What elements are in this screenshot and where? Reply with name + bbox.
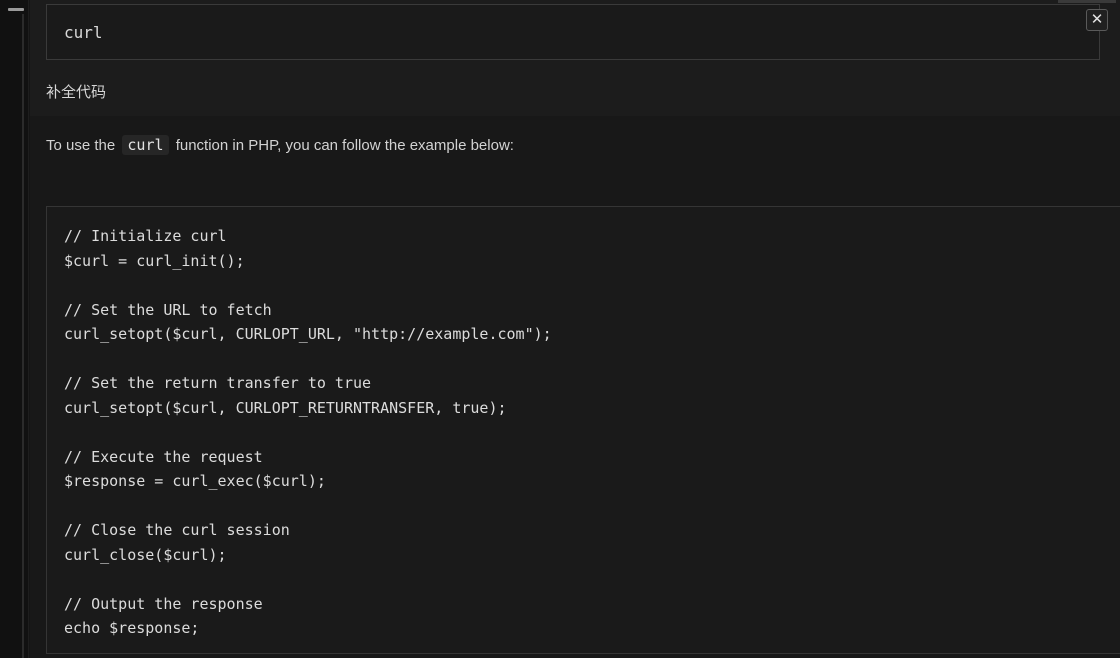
description-after: function in PHP, you can follow the exam…: [175, 137, 514, 154]
prompt-input[interactable]: [46, 4, 1100, 60]
code-line: // Close the curl session: [64, 521, 290, 539]
code-line: // Set the return transfer to true: [64, 374, 372, 392]
code-line: // Output the response: [64, 594, 263, 613]
chat-window: ✕ 补全代码 To use the curl function in PHP, …: [0, 0, 1120, 658]
code-line: $curl = curl_init();: [64, 251, 245, 270]
code-line: // Initialize curl: [64, 227, 227, 245]
close-button[interactable]: ✕: [1086, 9, 1108, 31]
code-line: // Execute the request: [64, 447, 263, 466]
gutter-divider: [22, 14, 24, 658]
code-block[interactable]: // Initialize curl $curl = curl_init(); …: [46, 206, 1120, 654]
close-icon: ✕: [1090, 10, 1104, 28]
code-line: curl_setopt($curl, CURLOPT_RETURNTRANSFE…: [64, 398, 507, 417]
code-line: curl_setopt($curl, CURLOPT_URL, "http://…: [64, 325, 552, 343]
response-description: To use the curl function in PHP, you can…: [46, 135, 514, 155]
description-before: To use the: [46, 137, 116, 154]
completion-panel: ✕ 补全代码 To use the curl function in PHP, …: [30, 0, 1120, 658]
code-line: $response = curl_exec($curl);: [64, 472, 326, 490]
gutter-collapse-handle[interactable]: [8, 8, 24, 11]
inline-code: curl: [122, 135, 169, 155]
code-line: curl_close($curl);: [64, 545, 227, 564]
code-line: echo $response;: [64, 619, 200, 637]
top-right-tab: [1058, 0, 1116, 3]
code-line: // Set the URL to fetch: [64, 300, 272, 319]
left-gutter: [0, 0, 29, 658]
section-label: 补全代码: [46, 83, 107, 101]
